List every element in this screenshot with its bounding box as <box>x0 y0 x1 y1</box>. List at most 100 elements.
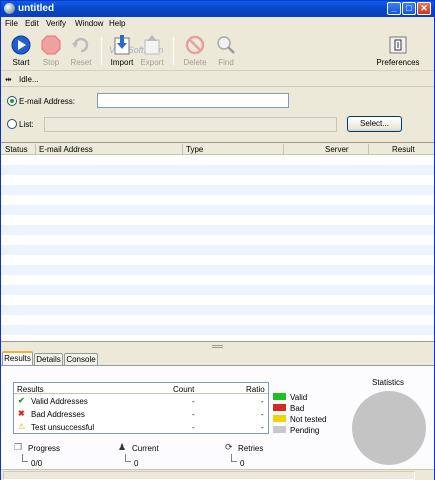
table-header: Status E-mail Address Type Server Result <box>1 143 434 155</box>
export-button[interactable]: Export <box>137 35 167 69</box>
progress-label: Progress <box>28 444 61 453</box>
retries-value: 0 <box>240 459 245 468</box>
legend-valid: Valid <box>290 393 308 402</box>
user-icon: ♟ <box>118 442 127 452</box>
table-row <box>1 305 434 315</box>
results-table[interactable]: Status E-mail Address Type Server Result <box>1 142 434 342</box>
table-row <box>1 325 434 335</box>
delete-icon <box>185 35 205 55</box>
legend-bad: Bad <box>290 404 305 413</box>
preferences-icon <box>389 36 407 54</box>
tree-connector <box>22 454 28 462</box>
status-text: Idle... <box>19 75 39 84</box>
status-bar-pane <box>3 471 415 480</box>
maximize-button[interactable]: □ <box>402 2 416 15</box>
unsuccessful-ratio: - <box>261 423 264 432</box>
cross-icon: ✖ <box>18 409 25 418</box>
title-bar[interactable]: untitled _ □ ✕ <box>1 1 434 17</box>
header-count: Count <box>173 385 195 394</box>
splitter-grip[interactable] <box>212 345 223 348</box>
column-divider <box>368 144 369 154</box>
menu-edit[interactable]: Edit <box>25 19 39 28</box>
plug-icon: ⇹ <box>5 75 12 84</box>
legend-swatch-bad <box>273 404 286 411</box>
window-title: untitled <box>18 3 55 14</box>
column-status[interactable]: Status <box>5 145 28 154</box>
stop-icon <box>41 35 61 55</box>
preferences-label: Preferences <box>376 58 420 67</box>
tab-details[interactable]: Details <box>34 353 63 365</box>
retry-icon: ⟳ <box>225 442 233 452</box>
select-button[interactable]: Select... <box>347 116 402 132</box>
column-server[interactable]: Server <box>325 145 349 154</box>
reset-button[interactable]: Reset <box>66 35 96 69</box>
list-input[interactable] <box>44 117 337 132</box>
progress-icon: ❐ <box>14 442 23 452</box>
toolbar: VeroSoft.com Start Stop Reset Import Exp… <box>1 31 434 71</box>
export-icon <box>144 35 160 55</box>
email-input[interactable] <box>97 93 289 108</box>
statistics-pie <box>352 391 426 465</box>
check-icon: ✔ <box>18 396 25 405</box>
tree-connector <box>231 454 237 462</box>
menu-window[interactable]: Window <box>75 19 103 28</box>
legend-not-tested: Not tested <box>290 415 327 424</box>
table-row <box>1 265 434 275</box>
menu-file[interactable]: File <box>5 19 18 28</box>
results-panel: Results Count Ratio ✔ Valid Addresses - … <box>1 365 434 479</box>
list-label: List: <box>19 120 34 129</box>
test-unsuccessful-label: Test unsuccessful <box>31 423 95 432</box>
unsuccessful-count: - <box>192 423 195 432</box>
close-button[interactable]: ✕ <box>417 2 431 15</box>
menu-help[interactable]: Help <box>109 19 125 28</box>
export-label: Export <box>140 58 164 67</box>
reset-label: Reset <box>70 58 92 67</box>
table-row <box>1 205 434 215</box>
connection-status: ⇹ Idle... <box>1 71 434 87</box>
legend-pending: Pending <box>290 426 320 435</box>
retries-label: Retries <box>238 444 264 453</box>
email-label: E-mail Address: <box>19 97 76 106</box>
table-row <box>1 285 434 295</box>
find-label: Find <box>218 58 234 67</box>
valid-addresses-label: Valid Addresses <box>31 397 88 406</box>
menu-bar: File Edit Verify Window Help <box>1 17 434 31</box>
column-result[interactable]: Result <box>392 145 415 154</box>
legend-swatch-not-tested <box>273 415 286 422</box>
minimize-button[interactable]: _ <box>387 2 401 15</box>
reset-icon <box>72 37 89 53</box>
email-radio[interactable] <box>7 96 17 106</box>
header-results: Results <box>17 385 44 394</box>
current-label: Current <box>132 444 159 453</box>
legend-swatch-valid <box>273 393 286 400</box>
statistics-title: Statistics <box>372 378 405 387</box>
bad-addresses-label: Bad Addresses <box>31 410 85 419</box>
app-window: untitled _ □ ✕ File Edit Verify Window H… <box>0 0 435 480</box>
play-icon <box>11 35 31 55</box>
find-button[interactable]: Find <box>211 35 241 69</box>
import-icon <box>114 35 130 55</box>
bad-ratio: - <box>261 410 264 419</box>
panel-splitter[interactable] <box>1 342 434 351</box>
valid-ratio: - <box>261 397 264 406</box>
column-email[interactable]: E-mail Address <box>39 145 93 154</box>
table-row <box>1 245 434 255</box>
column-type[interactable]: Type <box>186 145 203 154</box>
bad-count: - <box>192 410 195 419</box>
legend-swatch-pending <box>273 426 286 433</box>
header-ratio: Ratio <box>246 385 265 394</box>
list-radio[interactable] <box>7 119 17 129</box>
current-value: 0 <box>134 459 139 468</box>
table-row <box>1 185 434 195</box>
table-row <box>1 165 434 175</box>
menu-verify[interactable]: Verify <box>46 19 66 28</box>
valid-count: - <box>192 397 195 406</box>
tab-console[interactable]: Console <box>64 353 98 365</box>
column-divider <box>35 144 36 154</box>
tab-results[interactable]: Results <box>2 351 33 365</box>
preferences-button[interactable]: Preferences <box>376 35 420 69</box>
column-divider <box>182 144 183 154</box>
results-summary-header: Results Count Ratio <box>14 383 268 394</box>
tree-connector <box>125 454 131 462</box>
magnifier-icon <box>217 36 235 54</box>
